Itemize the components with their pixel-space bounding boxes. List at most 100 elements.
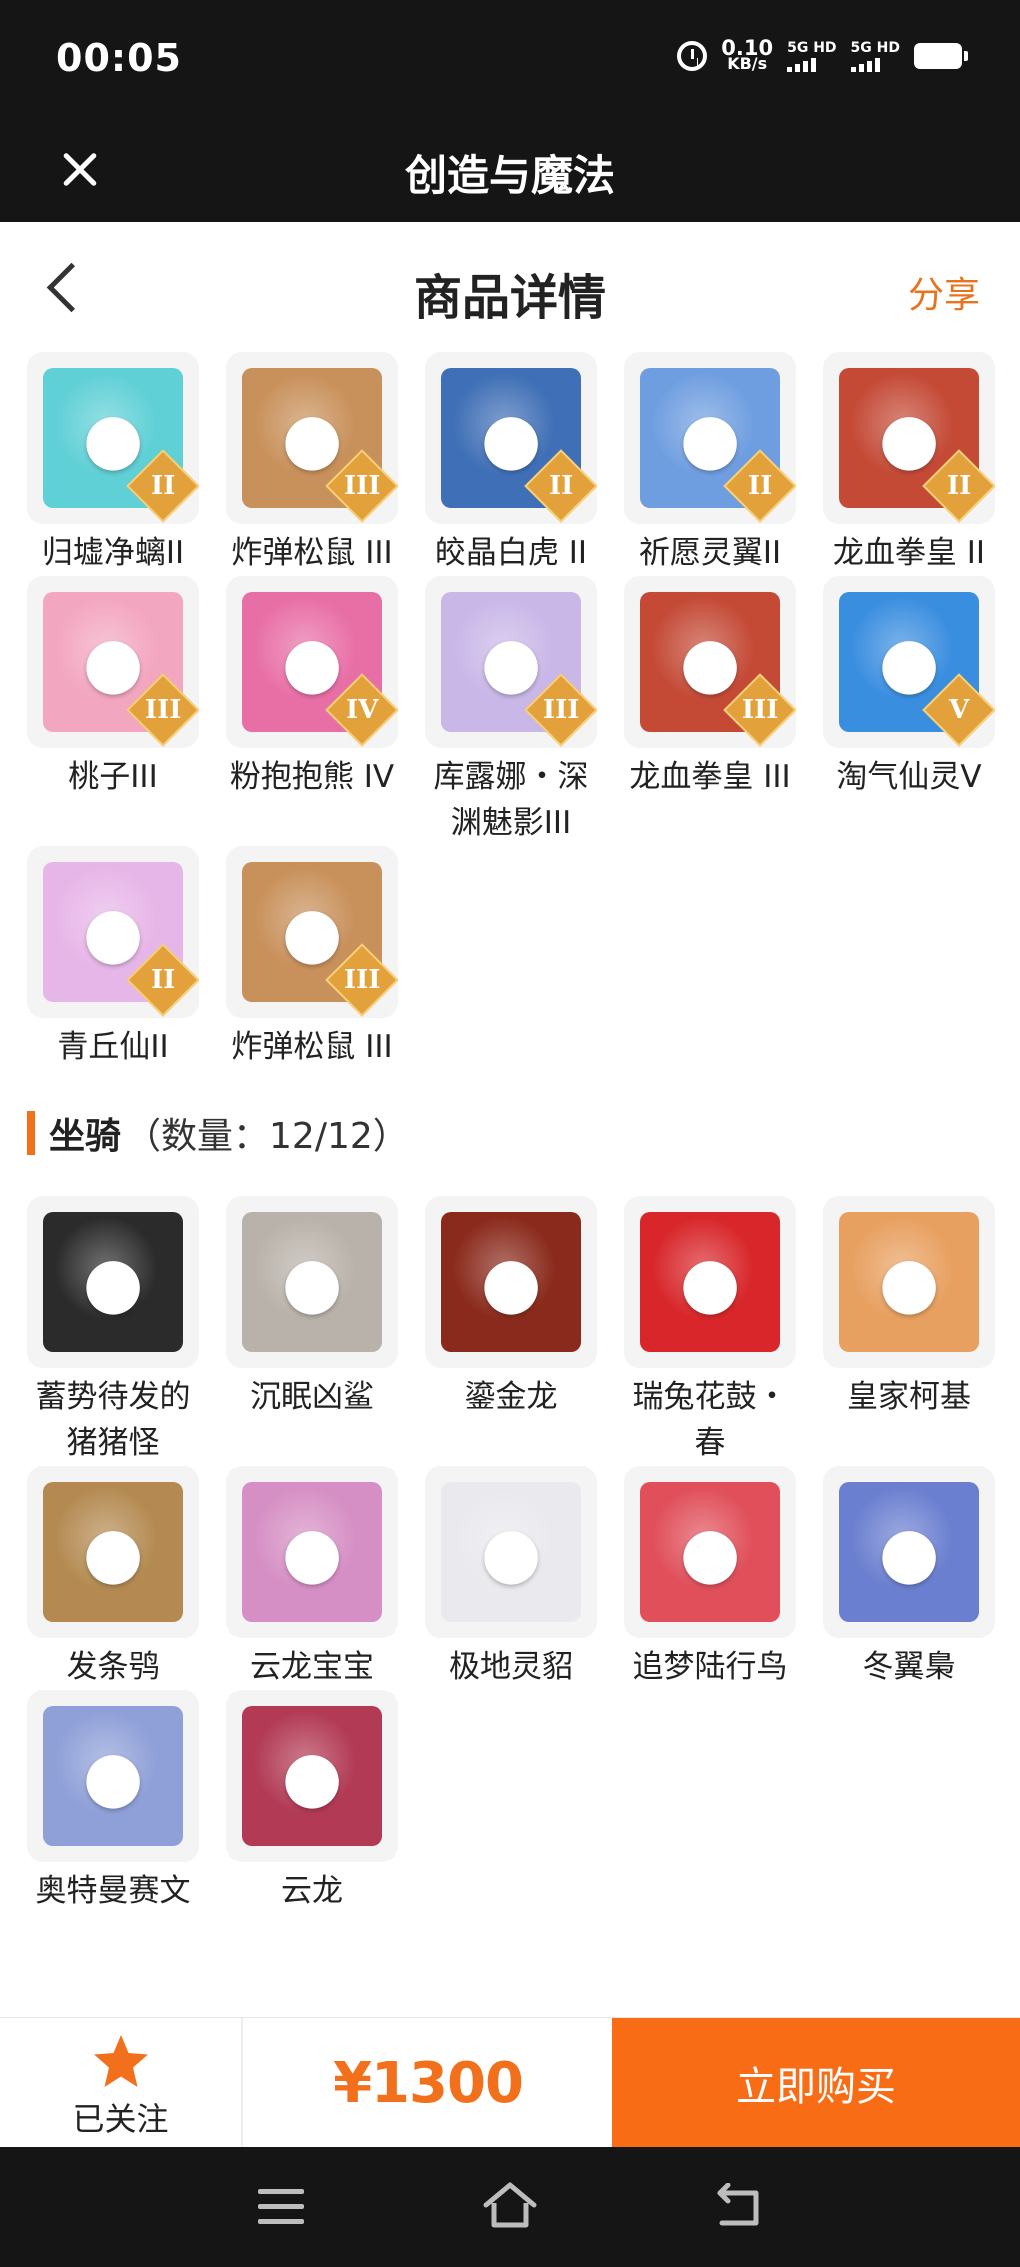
item-label: 炸弹松鼠 III [231, 535, 393, 571]
owl-icon: ● [82, 1511, 144, 1593]
grid-item[interactable]: ● 瑞兔花鼓・春 [624, 1196, 796, 1466]
pig-icon: ● [82, 1241, 144, 1323]
fairy-icon: ● [480, 621, 542, 703]
item-label: 淘气仙灵V [836, 759, 982, 795]
item-label: 桃子III [68, 759, 158, 795]
item-thumbnail: ● III [226, 846, 398, 1018]
item-label: 粉抱抱熊 IV [229, 759, 395, 795]
grid-item[interactable]: ● 奥特曼赛文 [27, 1690, 199, 1914]
grid-item[interactable]: ● III 桃子III [27, 576, 199, 846]
bottom-action-bar: 已关注 ¥1300 立即购买 [0, 2017, 1020, 2148]
buy-now-button[interactable]: 立即购买 [612, 2018, 1020, 2148]
grid-item[interactable]: ● 追梦陆行鸟 [624, 1466, 796, 1690]
ram-icon: ● [878, 397, 940, 479]
item-label: 皇家柯基 [847, 1379, 971, 1415]
grid-item[interactable]: ● 沉眠凶鲨 [226, 1196, 398, 1466]
item-label: 奥特曼赛文 [35, 1873, 191, 1909]
grid-item[interactable]: ● II 皎晶白虎 II [425, 352, 597, 576]
grid-item[interactable]: ● 云龙 [226, 1690, 398, 1914]
dragon-icon: ● [82, 397, 144, 479]
grid-item[interactable]: ● II 归墟净螭II [27, 352, 199, 576]
fox-girl-icon: ● [82, 891, 144, 973]
star-icon [93, 2035, 148, 2087]
item-thumbnail: ● III [27, 576, 199, 748]
item-image: ● [640, 1212, 780, 1352]
item-image: ● [441, 1482, 581, 1622]
page-header: 商品详情 分享 [0, 222, 1020, 352]
home-icon[interactable] [482, 2179, 538, 2233]
hero-icon: ● [82, 1735, 144, 1817]
owl-icon: ● [878, 1511, 940, 1593]
grid-item[interactable]: ● III 库露娜・深渊魅影III [425, 576, 597, 846]
app-title-bar: 创造与魔法 [0, 120, 1020, 222]
grid-item[interactable]: ● 发条鸮 [27, 1466, 199, 1690]
shark-icon: ● [281, 1241, 343, 1323]
item-thumbnail: ● II [27, 352, 199, 524]
grid-item[interactable]: ● 云龙宝宝 [226, 1466, 398, 1690]
grid-item[interactable]: ● IV 粉抱抱熊 IV [226, 576, 398, 846]
bear-icon: ● [281, 621, 343, 703]
grid-item[interactable]: ● II 龙血拳皇 II [823, 352, 995, 576]
item-thumbnail: ● [226, 1690, 398, 1862]
cat-icon: ● [82, 621, 144, 703]
grid-item[interactable]: ● V 淘气仙灵V [823, 576, 995, 846]
item-image: ● [242, 1706, 382, 1846]
grid-item[interactable]: ● 极地灵貂 [425, 1466, 597, 1690]
item-label: 皎晶白虎 II [434, 535, 588, 571]
grid-item[interactable]: ● 鎏金龙 [425, 1196, 597, 1466]
item-label: 极地灵貂 [449, 1649, 573, 1685]
squirrel-icon: ● [281, 891, 343, 973]
grid-item[interactable]: ● III 龙血拳皇 III [624, 576, 796, 846]
item-label: 龙血拳皇 III [629, 759, 791, 795]
grid-item[interactable]: ● 冬翼梟 [823, 1466, 995, 1690]
dragon-icon: ● [281, 1511, 343, 1593]
grid-item[interactable]: ● II 青丘仙II [27, 846, 199, 1070]
item-label: 云龙宝宝 [250, 1649, 374, 1685]
ferret-icon: ● [480, 1511, 542, 1593]
ram-icon: ● [679, 621, 741, 703]
app-title: 创造与魔法 [404, 151, 615, 200]
item-thumbnail: ● [624, 1196, 796, 1368]
grid-item[interactable]: ● III 炸弹松鼠 III [226, 352, 398, 576]
item-thumbnail: ● II [624, 352, 796, 524]
content-area[interactable]: ● II 归墟净螭II ● III 炸弹松鼠 III ● II 皎晶白虎 II ● II 祈愿灵翼II… [0, 352, 1020, 2017]
status-bar: 00:05 0.10 KB/s 5G HD 5G HD [0, 0, 1020, 120]
item-label: 炸弹松鼠 III [231, 1029, 393, 1065]
item-label: 鎏金龙 [464, 1379, 558, 1415]
status-time: 00:05 [56, 36, 182, 80]
alarm-icon [677, 41, 708, 71]
share-button[interactable]: 分享 [908, 266, 980, 318]
item-thumbnail: ● III [425, 576, 597, 748]
section-title-mounts: 坐骑 （数量：12/12） [27, 1110, 1020, 1157]
item-label: 瑞兔花鼓・春 [632, 1379, 788, 1461]
dragon-icon: ● [281, 1735, 343, 1817]
item-thumbnail: ● IV [226, 576, 398, 748]
bird-icon: ● [679, 397, 741, 479]
item-image: ● [839, 1482, 979, 1622]
signal-icon: 5G HD [787, 40, 837, 72]
grid-item[interactable]: ● II 祈愿灵翼II [624, 352, 796, 576]
follow-button[interactable]: 已关注 [0, 2018, 243, 2148]
grid-item[interactable]: ● 蓄势待发的猪猪怪 [27, 1196, 199, 1466]
item-thumbnail: ● III [226, 352, 398, 524]
item-image: ● [839, 1212, 979, 1352]
item-label: 云龙 [281, 1873, 343, 1909]
dragon-icon: ● [480, 1241, 542, 1323]
menu-icon[interactable] [258, 2189, 304, 2225]
item-thumbnail: ● [425, 1466, 597, 1638]
dog-icon: ● [878, 621, 940, 703]
grid-item[interactable]: ● 皇家柯基 [823, 1196, 995, 1466]
signal-icon: 5G HD [850, 40, 900, 72]
item-label: 冬翼梟 [862, 1649, 956, 1685]
bird-icon: ● [679, 1511, 741, 1593]
item-thumbnail: ● III [624, 576, 796, 748]
system-nav-bar [0, 2147, 1020, 2267]
item-label: 归墟净螭II [41, 535, 185, 571]
page-title: 商品详情 [413, 270, 606, 326]
item-thumbnail: ● II [27, 846, 199, 1018]
grid-item[interactable]: ● III 炸弹松鼠 III [226, 846, 398, 1070]
item-image: ● [43, 1706, 183, 1846]
item-thumbnail: ● [226, 1196, 398, 1368]
item-thumbnail: ● [823, 1196, 995, 1368]
back-icon[interactable] [712, 2183, 762, 2229]
